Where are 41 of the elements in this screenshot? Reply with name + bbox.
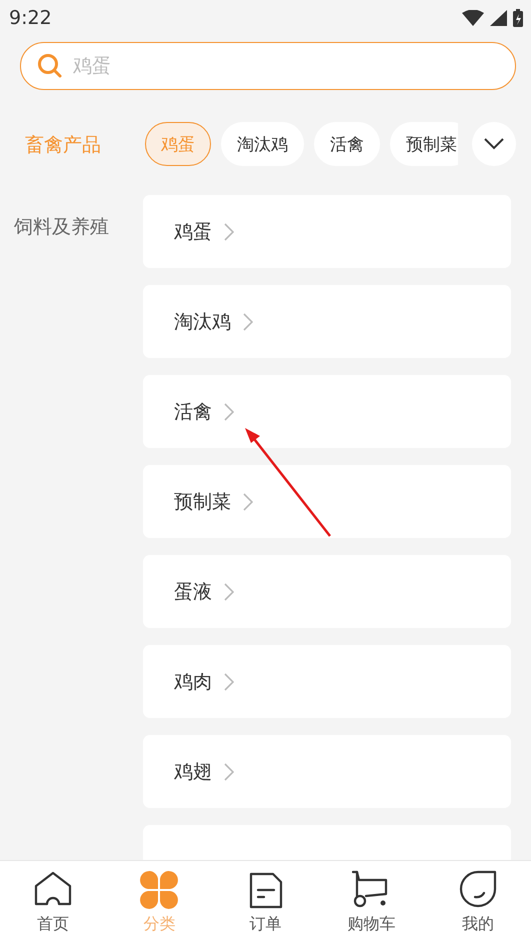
category-label: 活禽 [174, 400, 212, 424]
signal-icon [490, 10, 507, 26]
category-card[interactable]: 鸡蛋 [143, 195, 511, 268]
category-chip[interactable]: 活禽 [314, 122, 380, 166]
chevron-right-icon [224, 222, 234, 240]
chevron-right-icon [243, 312, 253, 330]
category-card[interactable]: 淘汰鸡 [143, 285, 511, 358]
category-card[interactable]: 鸡翅 [143, 735, 511, 808]
category-card[interactable]: 蛋液 [143, 555, 511, 628]
chevron-right-icon [224, 402, 234, 420]
category-label: 淘汰鸡 [174, 310, 231, 334]
chevron-right-icon [224, 762, 234, 780]
category-label: 蛋液 [174, 580, 212, 604]
smile-icon [458, 870, 498, 910]
category-card[interactable]: 鸡肉 [143, 645, 511, 718]
category-label: 预制菜 [174, 490, 231, 514]
status-time: 9:22 [9, 7, 52, 29]
category-card[interactable]: 活禽 [143, 375, 511, 448]
document-icon [248, 870, 284, 910]
category-label: 鸡蛋 [174, 220, 212, 244]
sidebar-item[interactable]: 饲料及养殖 [0, 214, 135, 240]
expand-button[interactable] [472, 122, 516, 166]
category-label: 鸡翅 [174, 760, 212, 784]
category-card[interactable]: 预制菜 [143, 465, 511, 538]
chevron-right-icon [243, 492, 253, 510]
category-chip[interactable]: 淘汰鸡 [221, 122, 304, 166]
chevron-right-icon [224, 672, 234, 690]
search-icon [37, 53, 63, 79]
chevron-right-icon [224, 582, 234, 600]
search-field[interactable]: 鸡蛋 [71, 54, 499, 78]
chevron-down-icon [484, 138, 504, 150]
category-label: 鸡肉 [174, 670, 212, 694]
clover-icon [139, 870, 180, 910]
battery-icon [513, 9, 523, 27]
nav-tab[interactable]: 订单 [212, 861, 319, 944]
wifi-icon [462, 10, 484, 26]
category-chip[interactable]: 预制菜 [390, 122, 458, 166]
nav-tab[interactable]: 购物车 [318, 861, 425, 944]
search-bar[interactable]: 鸡蛋 [20, 42, 516, 90]
nav-tab[interactable]: 首页 [0, 861, 106, 944]
nav-tab[interactable]: 我的 [424, 861, 531, 944]
